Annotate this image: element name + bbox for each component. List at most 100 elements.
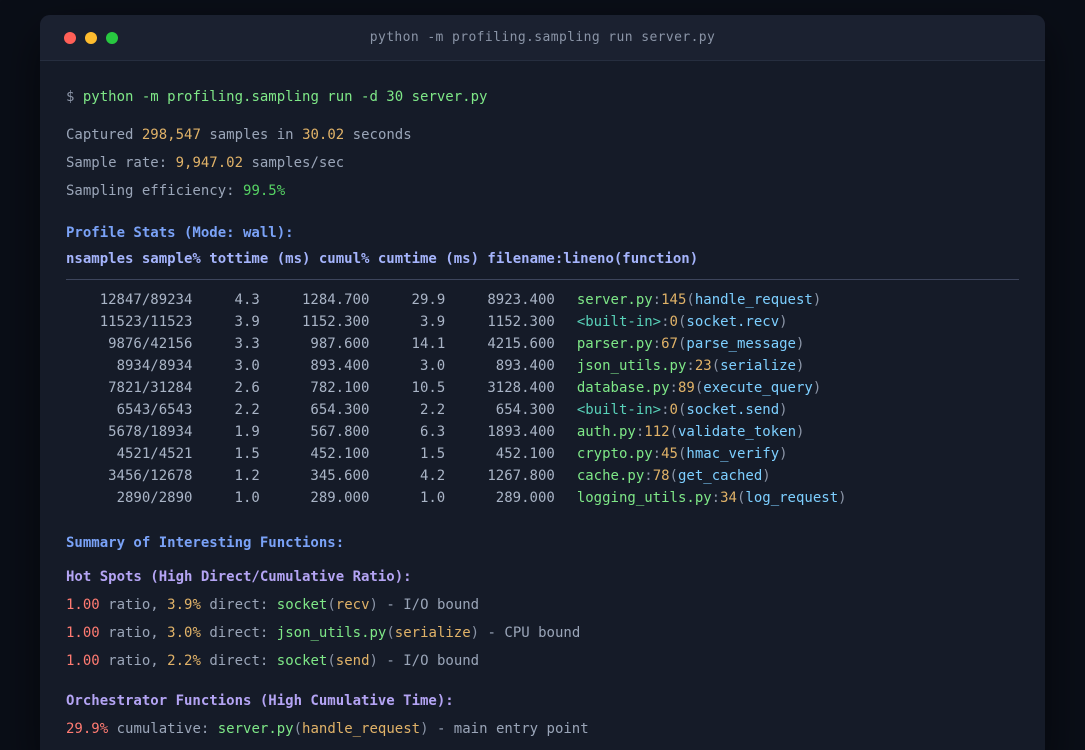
hot-spot-item: 1.00 ratio, 3.0% direct: json_utils.py(s… [66, 619, 1019, 647]
close-paren: ) [420, 721, 429, 737]
open-paren: ( [686, 292, 695, 308]
cumul-pct-cell: 1.5 [419, 446, 446, 462]
tottime-cell: 1284.700 [301, 292, 370, 308]
note-text: - main entry point [436, 721, 589, 737]
close-paren: ) [779, 446, 788, 462]
nsamples-cell: 5678/18934 [108, 424, 193, 440]
table-row: 12847/89234 4.3 1284.700 29.9 8923.400 server… [66, 289, 1019, 311]
cumtime-cell: 1267.800 [487, 468, 555, 484]
function-name: handle_request [694, 292, 813, 308]
tottime-cell: 1152.300 [301, 314, 370, 330]
open-paren: ( [669, 468, 678, 484]
cumul-pct-cell: 29.9 [411, 292, 446, 308]
location-cell: json_utils.py:23(serialize) [577, 358, 805, 374]
terminal-output[interactable]: $ python -m profiling.sampling run -d 30… [40, 61, 1045, 750]
sample-pct-cell: 3.3 [234, 336, 260, 352]
command-text: python -m profiling.sampling run -d 30 s… [82, 89, 488, 105]
function-name: log_request [745, 490, 839, 506]
tottime-cell: 345.600 [310, 468, 370, 484]
tottime-cell: 782.100 [310, 380, 370, 396]
colon-separator: : [635, 424, 645, 440]
colon-separator: : [711, 490, 721, 506]
note-text: - I/O bound [386, 653, 480, 669]
file-name: logging_utils.py [576, 490, 712, 506]
direct-label: direct: [209, 597, 269, 613]
tottime-cell: 567.800 [310, 424, 370, 440]
open-paren: ( [694, 380, 704, 396]
close-paren: ) [779, 314, 788, 330]
close-paren: ) [796, 424, 805, 440]
function-name: validate_token [678, 424, 797, 440]
sample-pct-cell: 4.3 [234, 292, 260, 308]
close-paren: ) [779, 402, 788, 418]
direct-label: direct: [209, 625, 269, 641]
ratio-label: ratio, [108, 597, 159, 613]
arg-name: handle_request [302, 721, 421, 737]
minimize-button[interactable] [85, 31, 97, 44]
arg-name: recv [335, 597, 370, 613]
colon-separator: : [644, 468, 653, 484]
shell-prompt: $ [66, 89, 75, 105]
arg-name: send [335, 653, 370, 669]
line-number: 0 [669, 314, 678, 330]
stats-title: Profile Stats (Mode: wall): [66, 225, 294, 241]
tottime-cell: 987.600 [310, 336, 370, 352]
cumtime-cell: 452.100 [495, 446, 555, 462]
cumtime-cell: 3128.400 [487, 380, 555, 396]
titlebar[interactable]: python -m profiling.sampling run server.… [40, 15, 1045, 61]
direct-pct-value: 3.0% [167, 625, 201, 641]
close-paren: ) [369, 597, 378, 613]
close-paren: ) [369, 653, 378, 669]
zoom-button[interactable] [106, 31, 118, 44]
cumul-pct-cell: 1.0 [419, 490, 446, 506]
window-title: python -m profiling.sampling run server.… [369, 30, 716, 45]
colon-separator: : [669, 380, 678, 396]
location-cell: crypto.py:45(hmac_verify) [577, 446, 788, 462]
colon-separator: : [652, 292, 662, 308]
open-paren: ( [293, 721, 303, 737]
note-text: - CPU bound [487, 625, 581, 641]
sample-pct-cell: 2.2 [234, 402, 260, 418]
location-cell: <built-in>:0(socket.send) [577, 402, 788, 418]
sample-rate-line: Sample rate: 9,947.02 samples/sec [66, 149, 1019, 177]
nsamples-cell: 12847/89234 [99, 292, 193, 308]
captured-middle: samples in [209, 127, 294, 143]
sample-pct-cell: 1.0 [234, 490, 260, 506]
close-button[interactable] [64, 31, 76, 44]
table-divider [66, 279, 1019, 280]
ratio-label: ratio, [108, 653, 159, 669]
table-row: 2890/2890 1.0 289.000 1.0 289.000 logging_uti… [66, 487, 1019, 509]
sample-pct-cell: 3.0 [234, 358, 260, 374]
location-cell: cache.py:78(get_cached) [577, 468, 771, 484]
ratio-value: 1.00 [66, 653, 100, 669]
line-number: 67 [661, 336, 678, 352]
sample-pct-cell: 1.5 [234, 446, 260, 462]
open-paren: ( [669, 424, 678, 440]
function-name: get_cached [677, 468, 763, 484]
line-number: 0 [669, 402, 678, 418]
table-row: 3456/12678 1.2 345.600 4.2 1267.800 cache.py:… [66, 465, 1019, 487]
close-paren: ) [795, 336, 805, 352]
table-row: 9876/42156 3.3 987.600 14.1 4215.600 parser.p… [66, 333, 1019, 355]
captured-suffix: seconds [352, 127, 412, 143]
file-name: <built-in> [576, 402, 662, 418]
tottime-cell: 893.400 [310, 358, 370, 374]
open-paren: ( [386, 625, 395, 641]
line-number: 145 [661, 292, 687, 308]
target-name: socket [276, 653, 328, 669]
function-name: hmac_verify [686, 446, 780, 462]
line-number: 34 [720, 490, 737, 506]
open-paren: ( [327, 597, 336, 613]
function-name: execute_query [703, 380, 813, 396]
cumtime-cell: 654.300 [495, 402, 555, 418]
target-name: json_utils.py [276, 625, 387, 641]
file-name: cache.py [576, 468, 645, 484]
cumulative-pct-value: 29.9% [66, 721, 109, 737]
cumul-pct-cell: 6.3 [419, 424, 446, 440]
nsamples-cell: 6543/6543 [116, 402, 193, 418]
cumtime-cell: 1893.400 [487, 424, 555, 440]
ratio-value: 1.00 [66, 597, 100, 613]
hot-spots-list: 1.00 ratio, 3.9% direct: socket(recv) - … [66, 591, 1019, 675]
function-name: serialize [720, 358, 796, 374]
colon-separator: : [652, 336, 662, 352]
